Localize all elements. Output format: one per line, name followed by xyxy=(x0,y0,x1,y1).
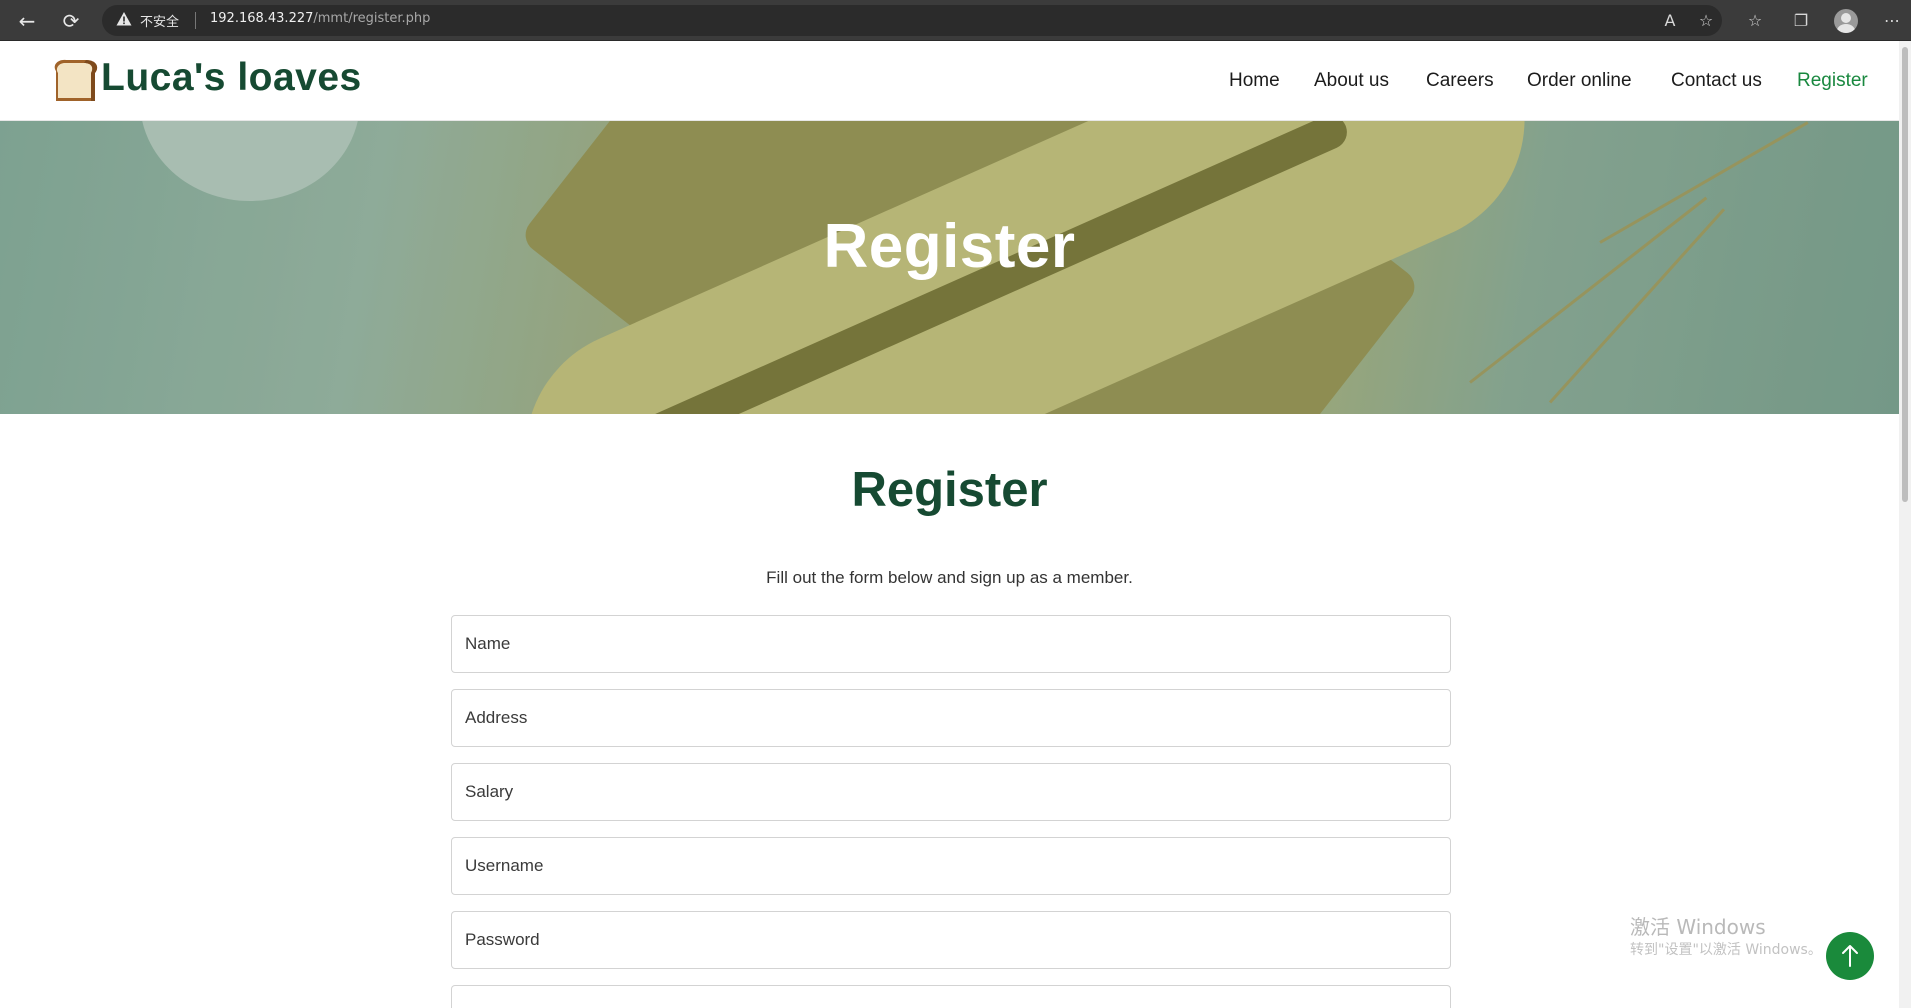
register-heading: Register xyxy=(851,463,1048,517)
collections-icon[interactable]: ❐ xyxy=(1787,8,1815,34)
back-arrow-icon[interactable]: ← xyxy=(14,8,40,34)
arrow-up-icon xyxy=(1842,945,1858,967)
warning-icon xyxy=(116,12,132,26)
scrollbar-thumb[interactable] xyxy=(1902,47,1908,502)
address-input[interactable] xyxy=(451,689,1451,747)
more-options-icon[interactable]: ⋯ xyxy=(1878,8,1906,34)
next-input-partial[interactable] xyxy=(451,985,1451,1008)
password-input[interactable] xyxy=(451,911,1451,969)
register-subtitle: Fill out the form below and sign up as a… xyxy=(766,568,1133,587)
page-scrollbar[interactable] xyxy=(1899,41,1911,1008)
site-header: Luca's loaves Home About us Careers Orde… xyxy=(0,41,1899,121)
hero-banner: Register xyxy=(0,121,1899,414)
profile-avatar-icon[interactable] xyxy=(1834,9,1858,33)
reload-icon[interactable]: ⟳ xyxy=(58,8,84,34)
browser-toolbar: ← ⟳ 不安全 192.168.43.227/mmt/register.php … xyxy=(0,0,1911,41)
back-to-top-button[interactable] xyxy=(1826,932,1874,980)
salary-input[interactable] xyxy=(451,763,1451,821)
url-path: /mmt/register.php xyxy=(313,11,431,26)
nav-home[interactable]: Home xyxy=(1229,70,1280,92)
name-input[interactable] xyxy=(451,615,1451,673)
read-aloud-icon[interactable]: A xyxy=(1656,8,1684,34)
favorites-icon[interactable]: ☆ xyxy=(1741,8,1769,34)
nav-order-online[interactable]: Order online xyxy=(1527,70,1632,92)
nav-register[interactable]: Register xyxy=(1797,70,1868,92)
windows-watermark-subtitle: 转到"设置"以激活 Windows。 xyxy=(1630,942,1822,958)
url-host: 192.168.43.227 xyxy=(210,11,314,26)
site-logo-text[interactable]: Luca's loaves xyxy=(101,56,362,100)
address-bar[interactable]: 不安全 192.168.43.227/mmt/register.php xyxy=(102,5,1722,36)
username-input[interactable] xyxy=(451,837,1451,895)
windows-watermark-title: 激活 Windows xyxy=(1630,915,1766,939)
nav-careers[interactable]: Careers xyxy=(1426,70,1494,92)
nav-about-us[interactable]: About us xyxy=(1314,70,1389,92)
security-label: 不安全 xyxy=(140,15,180,30)
nav-contact-us[interactable]: Contact us xyxy=(1671,70,1762,92)
add-favorite-icon[interactable]: ☆ xyxy=(1692,8,1720,34)
address-divider xyxy=(195,12,196,29)
hero-title: Register xyxy=(823,212,1076,281)
url-text: 192.168.43.227/mmt/register.php xyxy=(210,11,430,26)
bread-logo-icon xyxy=(54,59,98,101)
